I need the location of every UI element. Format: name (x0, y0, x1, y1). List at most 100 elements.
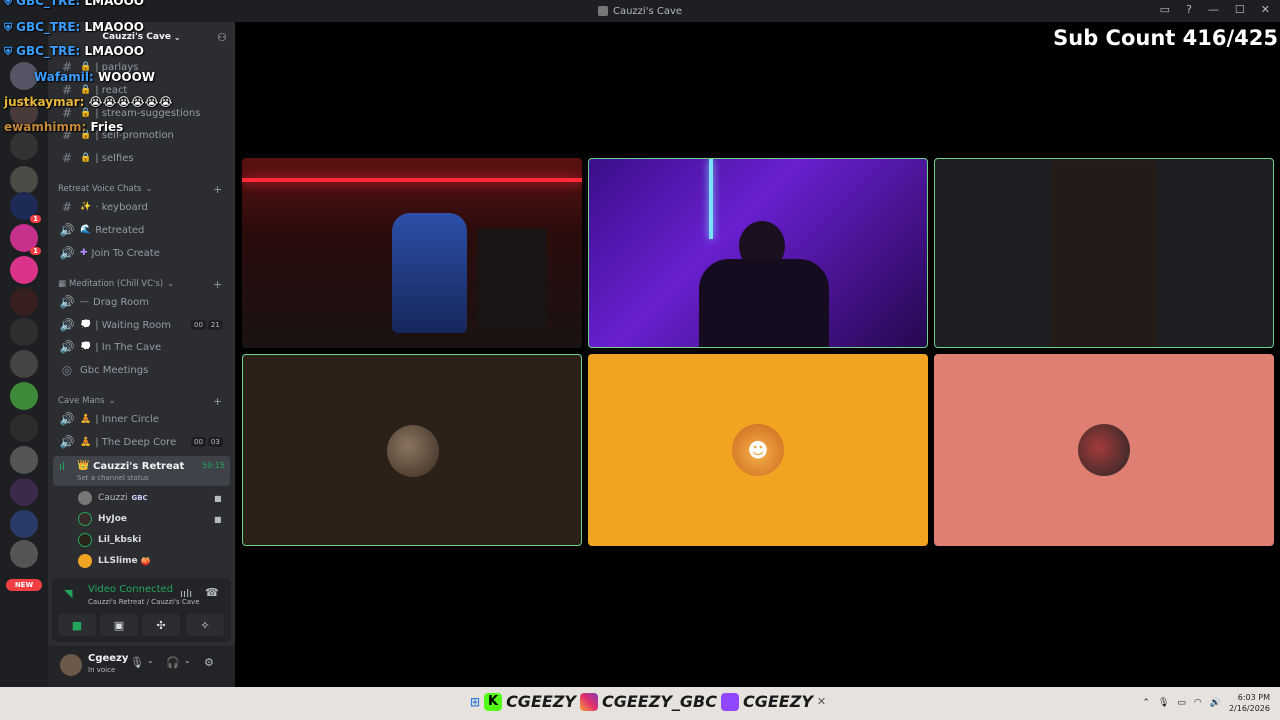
microphone-icon[interactable]: 🎙 (130, 656, 144, 669)
server-icon[interactable]: 1 (10, 192, 41, 223)
stage-icon: ◎ (61, 363, 73, 377)
chevron-up-icon[interactable]: ⌃ (1142, 698, 1150, 708)
maximize-button[interactable]: ☐ (1235, 3, 1245, 16)
video-tile[interactable] (242, 158, 582, 348)
speaker-icon: 🔊 (59, 340, 75, 354)
chat-user: GBC_TRE: (16, 0, 81, 8)
soundboard-button[interactable]: ✧ (186, 614, 224, 636)
add-channel-icon[interactable]: + (213, 395, 222, 408)
server-icon[interactable] (10, 166, 38, 194)
video-tile[interactable] (588, 158, 928, 348)
server-icon[interactable] (10, 256, 38, 284)
voice-user[interactable]: Cauzzi GBC ■ (78, 489, 222, 507)
chat-user: ewamhimm: (4, 120, 87, 134)
server-icon[interactable] (10, 510, 38, 538)
video-tile[interactable] (934, 158, 1274, 348)
channel-item[interactable]: 🔊 💭 | Waiting Room 00 21 (58, 315, 223, 335)
channel-item[interactable]: # ✨ · keyboard (58, 197, 148, 217)
camera-toggle-button[interactable]: ■ (58, 614, 96, 636)
noise-suppression-icon[interactable]: ıılı (180, 587, 192, 600)
voice-active-icon: ıl (59, 460, 66, 473)
server-icon[interactable] (10, 288, 38, 316)
disconnect-icon[interactable]: ☎ (205, 586, 219, 599)
server-icon[interactable]: 1 (10, 224, 41, 255)
chevron-down-icon[interactable]: ⌄ (184, 656, 191, 665)
inbox-icon[interactable]: ▭ (1160, 3, 1170, 16)
category-retreat[interactable]: Retreat Voice Chats ⌄ + (58, 183, 222, 196)
voice-user[interactable]: Lil_kbski (78, 531, 141, 549)
channel-label: | Waiting Room (95, 319, 171, 331)
hash-icon: # (61, 151, 73, 165)
chevron-down-icon[interactable]: ⌄ (147, 656, 154, 665)
avatar (78, 554, 92, 568)
channel-label: | react (95, 84, 128, 96)
user-name[interactable]: Cgeezy (88, 653, 128, 664)
clock[interactable]: 6:03 PM 2/16/2026 (1229, 692, 1270, 714)
connection-status[interactable]: Video Connected (88, 584, 173, 595)
headphones-icon[interactable]: 🎧 (166, 656, 180, 669)
avatar-tile[interactable] (934, 354, 1274, 546)
channel-status[interactable]: Set a channel status (77, 474, 149, 482)
category-cave-mans[interactable]: Cave Mans ⌄ + (58, 395, 222, 408)
microphone-icon[interactable]: 🎙 (1158, 698, 1169, 708)
avatar-tile[interactable] (242, 354, 582, 546)
server-icon[interactable] (10, 478, 38, 506)
channel-item[interactable]: 🔊 — Drag Room (58, 292, 149, 312)
instagram-handle: CGEEZY_GBC (601, 692, 717, 711)
channel-item[interactable]: 🔊 🧘 | The Deep Core 00 03 (58, 432, 223, 452)
gear-icon[interactable]: ⚙ (204, 656, 214, 669)
channel-item[interactable]: # 🔒 | selfies (58, 148, 134, 168)
meditate-icon: 🧘 (80, 437, 92, 447)
server-icon[interactable] (10, 132, 38, 160)
avatar (1078, 424, 1130, 476)
channel-item[interactable]: 🔊 🧘 | Inner Circle (58, 409, 159, 429)
speaker-icon: 🔊 (59, 223, 75, 237)
user-count: 00 21 (191, 320, 223, 330)
screen-share-button[interactable]: ▣ (100, 614, 138, 636)
bubble-icon: 💭 (80, 342, 92, 352)
user-count: 00 03 (191, 437, 223, 447)
monitor-icon[interactable]: ▭ (1177, 698, 1186, 708)
channel-item[interactable]: ◎ Gbc Meetings (58, 360, 149, 380)
lock-icon: 🔒 (80, 108, 92, 118)
avatar[interactable] (60, 654, 82, 676)
server-icon[interactable] (10, 318, 38, 346)
channel-item[interactable]: 🔊 🌊 Retreated (58, 220, 145, 240)
voice-user[interactable]: LLSlime 🍑 (78, 552, 151, 570)
server-icon[interactable] (10, 446, 38, 474)
avatar-tile[interactable]: ☻ (588, 354, 928, 546)
wifi-icon[interactable]: ◠ (1194, 698, 1202, 708)
voice-user[interactable]: HyJoe ■ (78, 510, 222, 528)
server-icon[interactable] (10, 382, 38, 410)
title-bar: Cauzzi's Cave ▭ ? — ☐ ✕ (0, 0, 1280, 22)
minimize-button[interactable]: — (1208, 3, 1219, 16)
activities-button[interactable]: ✣ (142, 614, 180, 636)
chat-message: justkaymar: 😭😭😭😭😭😭 (4, 95, 173, 109)
server-icon[interactable] (10, 540, 38, 568)
invite-icon[interactable]: ⚇ (217, 31, 227, 44)
volume-icon[interactable]: 🔊 (1210, 698, 1221, 708)
channel-label: Drag Room (93, 296, 149, 308)
category-meditation[interactable]: ▦ Meditation (Chill VC's) ⌄ + (58, 278, 222, 291)
help-icon[interactable]: ? (1186, 3, 1192, 16)
active-voice-channel[interactable]: ıl 👑 Cauzzi's Retreat 59:15 Set a channe… (53, 456, 230, 486)
windows-icon[interactable]: ⊞ (470, 695, 480, 709)
signal-icon[interactable]: ◥ (64, 587, 72, 600)
category-label: Cave Mans (58, 396, 105, 406)
channel-item[interactable]: 🔊 💭 | In The Cave (58, 337, 162, 357)
server-icon[interactable] (10, 350, 38, 378)
mention-badge: 1 (30, 215, 41, 223)
server-icon[interactable] (10, 414, 38, 442)
badge-icon: 🍑 (140, 556, 151, 566)
avatar (78, 512, 92, 526)
close-button[interactable]: ✕ (1261, 3, 1270, 16)
chevron-down-icon: ⌄ (145, 184, 153, 194)
add-channel-icon[interactable]: + (213, 278, 222, 291)
grid-icon: ▦ (58, 279, 67, 289)
chat-user: GBC_TRE: (16, 44, 81, 58)
channel-item[interactable]: 🔊 ✚ Join To Create (58, 243, 160, 263)
new-badge[interactable]: NEW (6, 579, 42, 591)
channel-label: Join To Create (91, 247, 160, 259)
add-channel-icon[interactable]: + (213, 183, 222, 196)
sparkle-icon: ✨ (80, 202, 92, 212)
